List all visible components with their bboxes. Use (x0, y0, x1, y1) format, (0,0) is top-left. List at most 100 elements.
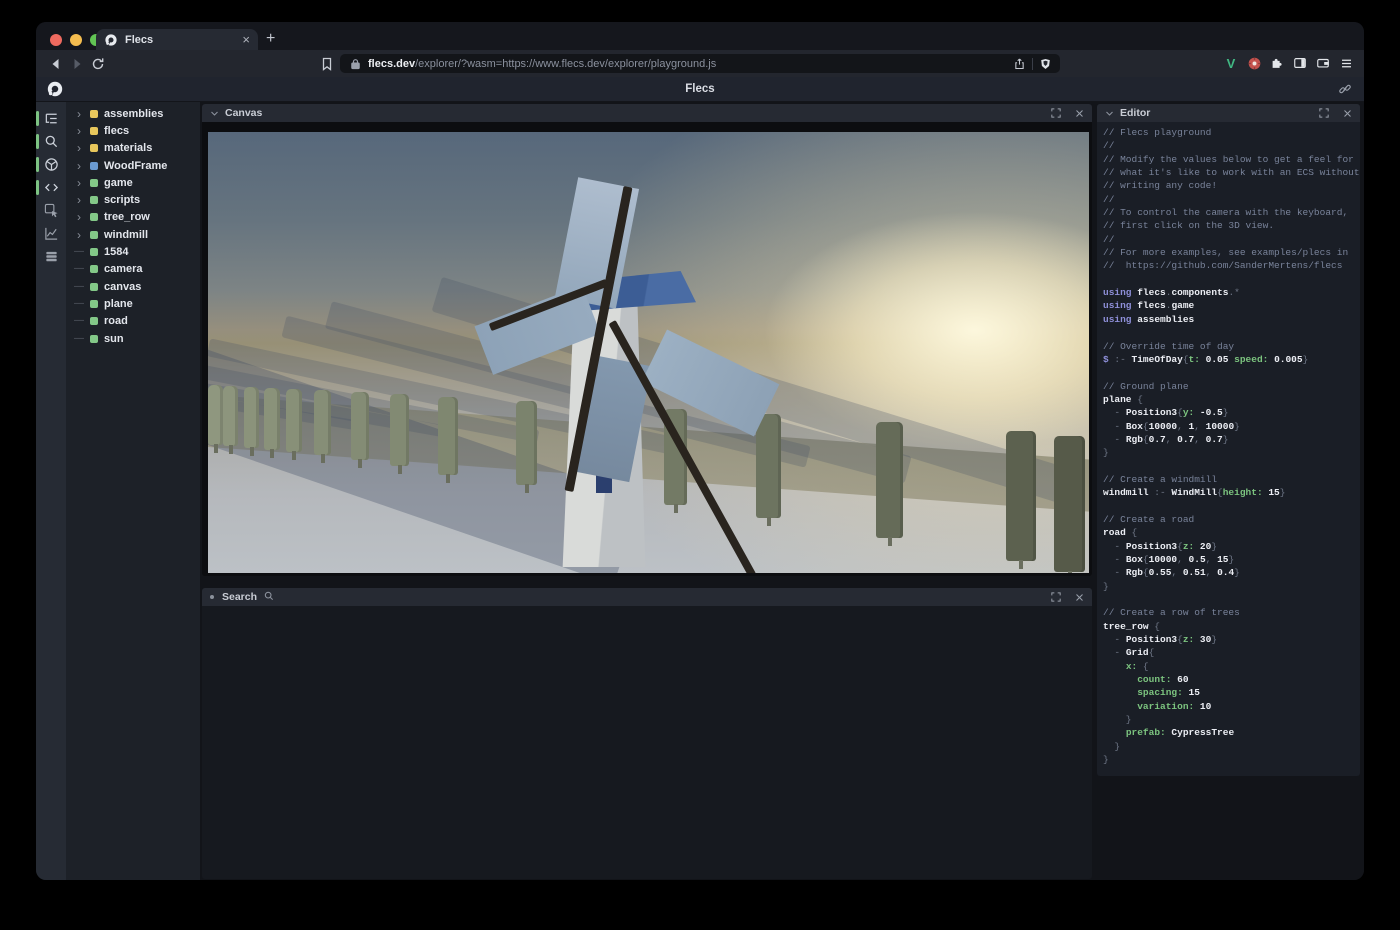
tree-item-game[interactable]: ›game (66, 174, 200, 191)
expand-chevron-icon[interactable]: › (74, 126, 84, 136)
cypress-tree-3d (1054, 436, 1085, 572)
tree-item-windmill[interactable]: › windmill (66, 226, 200, 243)
main-area: Canvas (200, 102, 1097, 880)
leaf-dash-icon: — (74, 247, 84, 257)
activity-item-statistics-icon[interactable] (36, 222, 66, 245)
forward-icon[interactable] (69, 56, 85, 72)
search-panel-header[interactable]: Search (202, 588, 1092, 606)
vue-devtools-icon[interactable]: V (1223, 55, 1239, 71)
code-line: } (1103, 740, 1360, 753)
minimize-window-button[interactable] (70, 34, 82, 46)
close-icon[interactable] (1075, 109, 1084, 118)
tree-item-road[interactable]: —road (66, 313, 200, 330)
leaf-dash-icon: — (74, 299, 84, 309)
activity-item-inspector-icon[interactable] (36, 199, 66, 222)
tree-item-materials[interactable]: ›materials (66, 140, 200, 157)
search-icon (264, 591, 274, 601)
code-line: plane { (1103, 393, 1360, 406)
shield-icon[interactable] (1039, 57, 1052, 71)
code-line: // (1103, 193, 1360, 206)
flecs-favicon-icon (104, 33, 118, 47)
code-line: // (1103, 139, 1360, 152)
browser-tab[interactable]: Flecs × (96, 29, 258, 50)
bookmark-icon[interactable] (319, 56, 335, 72)
tree-item-canvas[interactable]: —canvas (66, 278, 200, 295)
url-text: flecs.dev/explorer/?wasm=https://www.fle… (368, 58, 716, 70)
code-line (1103, 500, 1360, 513)
code-editor[interactable]: // Flecs playground//// Modify the value… (1097, 122, 1360, 767)
tree-item-label: camera (104, 263, 143, 275)
expand-chevron-icon[interactable]: › (74, 212, 84, 222)
tree-item-label: windmill (104, 229, 148, 241)
code-line: - Rgb{0.7, 0.7, 0.7} (1103, 433, 1360, 446)
tree-item-1584[interactable]: — 1584 (66, 243, 200, 260)
link-icon[interactable] (1338, 82, 1352, 96)
code-line: - Rgb{0.55, 0.51, 0.4} (1103, 566, 1360, 579)
wallet-icon[interactable] (1315, 55, 1331, 71)
entity-color-swatch (90, 248, 98, 256)
cypress-tree-3d (264, 388, 280, 450)
chevron-down-icon[interactable] (210, 109, 219, 118)
traffic-lights (50, 34, 102, 46)
close-window-button[interactable] (50, 34, 62, 46)
expand-chevron-icon[interactable]: › (74, 109, 84, 119)
leaf-dash-icon: — (74, 282, 84, 292)
tree-item-assemblies[interactable]: ›assemblies (66, 105, 200, 122)
code-line: variation: 10 (1103, 700, 1360, 713)
tree-item-flecs[interactable]: ›flecs (66, 122, 200, 139)
code-line: } (1103, 713, 1360, 726)
puzzle-icon[interactable] (1269, 55, 1285, 71)
expand-chevron-icon[interactable]: › (74, 195, 84, 205)
3d-view[interactable] (208, 132, 1089, 573)
cypress-tree-3d (351, 392, 369, 460)
activity-item-tables-icon[interactable] (36, 245, 66, 268)
code-line: - Position3{y: -0.5} (1103, 406, 1360, 419)
browser-window: Flecs × + flecs.dev/explorer/?wasm=https… (36, 22, 1364, 880)
close-icon[interactable] (1075, 593, 1084, 602)
canvas-panel-header[interactable]: Canvas (202, 104, 1092, 122)
chevron-down-icon[interactable] (1105, 109, 1114, 118)
tree-item-WoodFrame[interactable]: ›WoodFrame (66, 157, 200, 174)
back-icon[interactable] (48, 56, 64, 72)
expand-chevron-icon[interactable]: › (74, 230, 84, 240)
tree-item-tree_row[interactable]: ›tree_row (66, 209, 200, 226)
entity-color-swatch (90, 283, 98, 291)
code-line (1103, 460, 1360, 473)
share-icon[interactable] (1013, 57, 1026, 71)
extension-red-icon[interactable] (1246, 55, 1262, 71)
code-line: // For more examples, see examples/plecs… (1103, 246, 1360, 259)
code-line: // Override time of day (1103, 340, 1360, 353)
expand-chevron-icon[interactable]: › (74, 143, 84, 153)
activity-item-canvas-3d-icon[interactable] (36, 153, 66, 176)
activity-item-query-icon[interactable] (36, 130, 66, 153)
new-tab-button[interactable]: + (266, 30, 275, 48)
tree-item-plane[interactable]: —plane (66, 295, 200, 312)
fullscreen-icon[interactable] (1319, 108, 1329, 118)
activity-item-entity-tree-icon[interactable] (36, 107, 66, 130)
tree-item-label: 1584 (104, 246, 128, 258)
address-bar[interactable]: flecs.dev/explorer/?wasm=https://www.fle… (340, 54, 1060, 73)
code-line: - Grid{ (1103, 646, 1360, 659)
expand-chevron-icon[interactable]: › (74, 178, 84, 188)
fullscreen-icon[interactable] (1051, 108, 1061, 118)
code-line (1103, 593, 1360, 606)
cypress-tree-3d (516, 401, 537, 485)
cypress-tree-3d (756, 414, 781, 518)
tree-item-scripts[interactable]: ›scripts (66, 191, 200, 208)
entity-tree-panel: ›assemblies›flecs›materials›WoodFrame›ga… (66, 102, 200, 880)
activity-item-editor-icon[interactable] (36, 176, 66, 199)
tree-item-sun[interactable]: —sun (66, 330, 200, 347)
entity-color-swatch (90, 110, 98, 118)
menu-icon[interactable] (1338, 55, 1354, 71)
entity-color-swatch (90, 300, 98, 308)
tree-item-camera[interactable]: —camera (66, 261, 200, 278)
close-icon[interactable] (1343, 109, 1352, 118)
panel-collapse-dot[interactable] (210, 595, 214, 599)
fullscreen-icon[interactable] (1051, 592, 1061, 602)
reload-icon[interactable] (90, 56, 106, 72)
tab-close-icon[interactable]: × (242, 33, 250, 46)
sidebar-icon[interactable] (1292, 55, 1308, 71)
code-line: // Create a road (1103, 513, 1360, 526)
expand-chevron-icon[interactable]: › (74, 161, 84, 171)
editor-panel-header[interactable]: Editor (1097, 104, 1360, 122)
